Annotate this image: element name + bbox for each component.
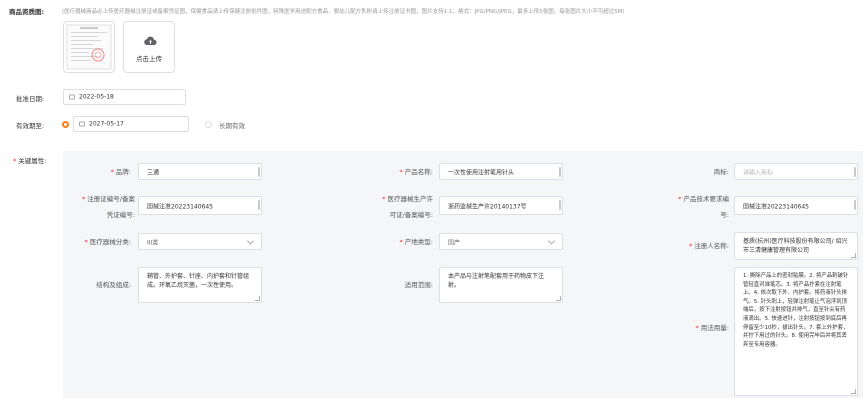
device-class-label: * 医疗器械分类: <box>84 238 131 246</box>
trademark-input[interactable]: 请输入商标 <box>734 163 858 180</box>
calendar-icon <box>79 121 85 127</box>
reg-cert-no-label: * 注册证编号/备案 凭证编号: <box>82 195 135 219</box>
tech-req-no-input[interactable]: 国械注准20223140645 <box>734 196 858 215</box>
calendar-icon <box>69 94 75 100</box>
brand-input[interactable]: 三通 <box>138 163 262 180</box>
scope-label: 适用范围: <box>404 281 433 289</box>
chevron-down-icon <box>547 236 556 245</box>
cloud-upload-icon <box>144 36 157 46</box>
upload-label: 点击上传 <box>136 55 162 63</box>
structure-textarea[interactable]: 鞘管、外护套、针座、内护套和针管组成。环氧乙烷灭菌，一次性使用。 <box>138 267 262 303</box>
device-class-select[interactable]: III类 <box>138 233 262 250</box>
brand-label: * 品牌: <box>110 168 131 176</box>
registrant-textarea[interactable]: 基质(杭州)医疗科技股份有限公司/ 绍兴市三清健康管理有限公司 <box>734 232 858 260</box>
chevron-down-icon <box>246 236 255 245</box>
usage-textarea[interactable]: 1. 撕除产品上的密封贴膜。2. 将产品刺破针管轻直对准笔芯。3. 将产品拧紧在… <box>734 267 858 396</box>
prod-license-input[interactable]: 浙药监械生产许20140137号 <box>439 196 563 215</box>
validity-date-input[interactable]: 2027-05-17 <box>73 116 189 132</box>
validity-label: 有效期至: <box>16 122 45 130</box>
long-term-radio[interactable] <box>205 121 212 128</box>
validity-date-value: 2027-05-17 <box>89 120 124 128</box>
approval-date-input[interactable]: 2022-05-18 <box>63 89 186 105</box>
tech-req-no-label: * 产品技术要求编 号: <box>678 195 729 219</box>
attributes-panel: * 品牌: 三通 * 产品名称: 一次性使用注射笔用针头 商标: 请输入商标 * 注册… <box>63 151 863 398</box>
prod-license-label: * 医疗器械生产许 可证/备案编号: <box>382 195 433 219</box>
origin-type-label: * 产地类型: <box>399 238 433 246</box>
uploaded-image-thumbnail[interactable] <box>63 21 115 73</box>
approval-date-value: 2022-05-18 <box>79 93 114 101</box>
origin-type-select[interactable]: 国产 <box>439 233 563 250</box>
attributes-label: * 关键属性: <box>13 157 47 165</box>
long-term-label: 长期有效 <box>219 122 245 130</box>
product-name-input[interactable]: 一次性使用注射笔用针头 <box>439 163 563 180</box>
structure-label: 结构及组成: <box>96 281 131 289</box>
certificate-image <box>66 24 112 70</box>
usage-label: * 用法用量: <box>695 324 729 332</box>
approval-date-label: 批准日期: <box>16 95 45 103</box>
upload-button[interactable]: 点击上传 <box>123 21 175 73</box>
product-name-label: * 产品名称: <box>399 168 433 176</box>
product-images-label: 商品资质图: <box>9 8 45 16</box>
product-images-hint: (医疗器械商品必上传医疗器械注册证或备案凭证图，保健食品请上传保健注册批件图，特… <box>62 9 625 15</box>
trademark-label: 商标: <box>713 168 729 176</box>
validity-date-radio[interactable] <box>62 121 69 128</box>
registrant-label: * 注册人名称: <box>689 242 729 250</box>
scope-textarea[interactable]: 本产品与注射笔配套用于药物皮下注射。 <box>439 267 563 303</box>
reg-cert-no-input[interactable]: 国械注准20223140645 <box>138 196 262 215</box>
